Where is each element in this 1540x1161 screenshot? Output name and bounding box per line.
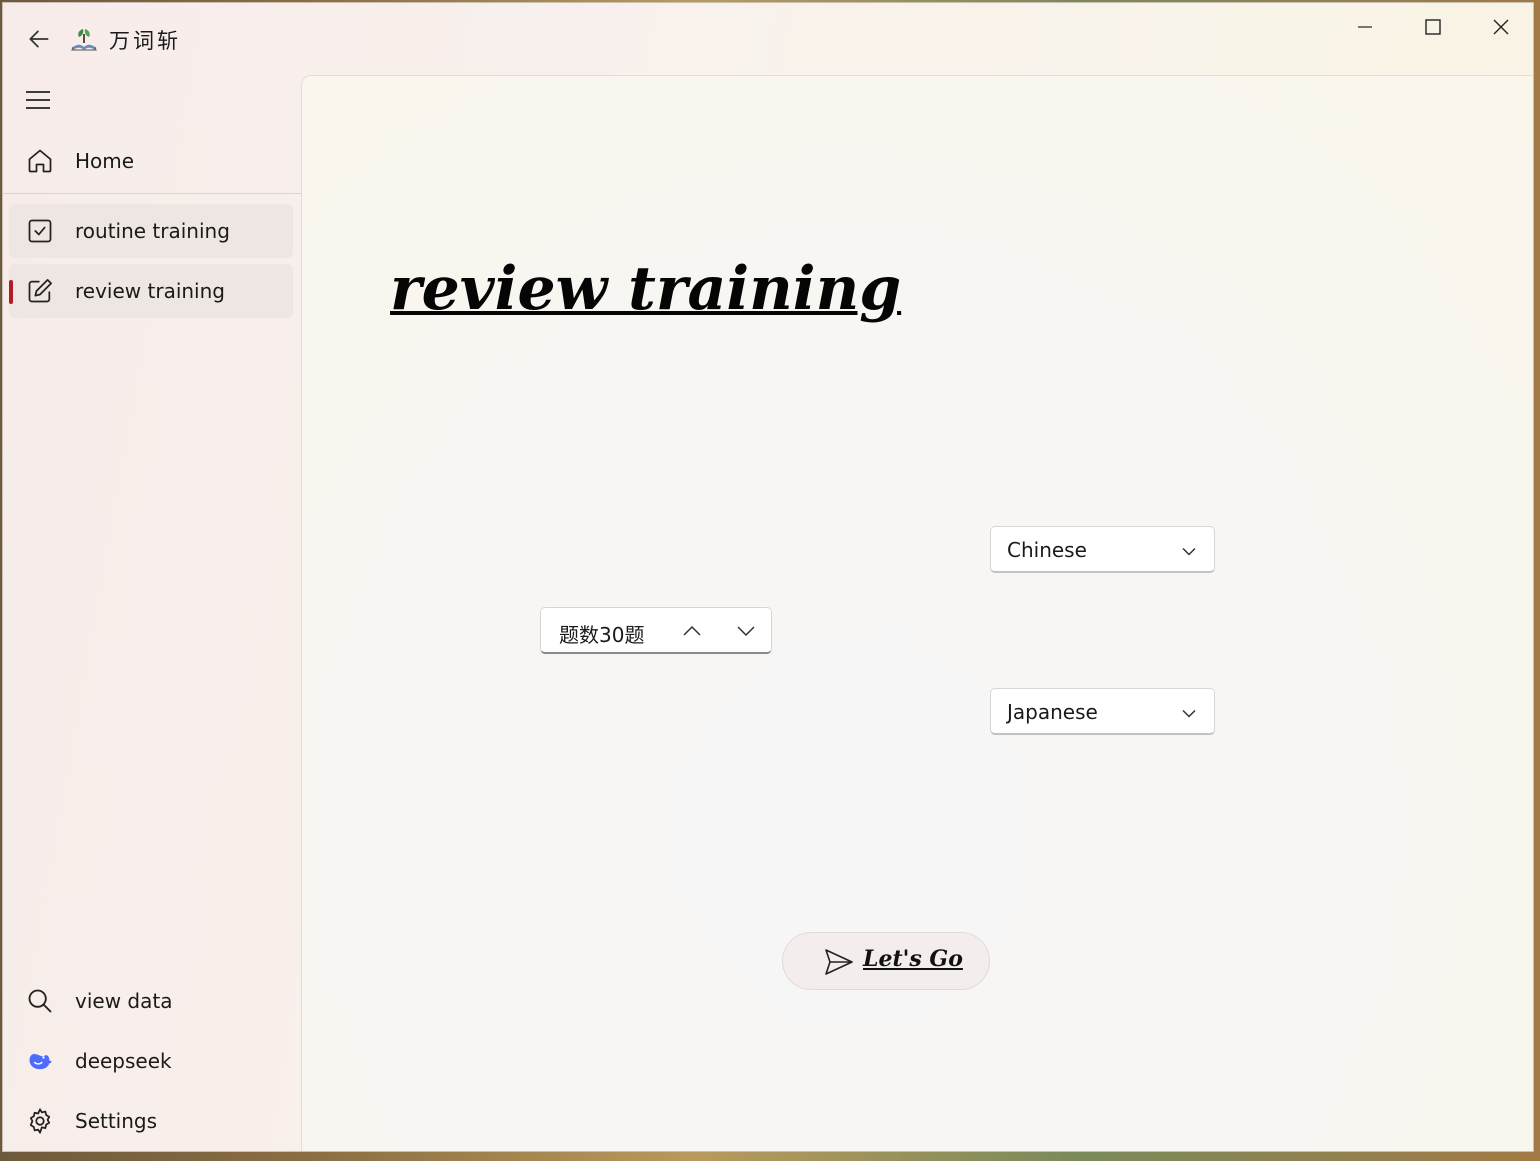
lets-go-button[interactable]: Let's Go [782, 932, 990, 990]
sidebar-item-label: Settings [75, 1109, 158, 1133]
question-count-stepper[interactable]: 题数30题 [540, 607, 772, 654]
maximize-button[interactable] [1405, 9, 1461, 45]
back-button[interactable] [21, 21, 57, 57]
chevron-down-icon [1177, 539, 1201, 563]
sidebar-item-view-data[interactable]: view data [9, 974, 293, 1028]
send-icon [823, 946, 855, 978]
sidebar-item-label: Home [75, 149, 135, 173]
sidebar: Home routine training review training vi… [3, 75, 301, 1151]
sidebar-item-routine-training[interactable]: routine training [9, 204, 293, 258]
home-icon [22, 143, 58, 179]
chevron-down-icon [1177, 701, 1201, 725]
minimize-button[interactable] [1337, 9, 1393, 45]
deepseek-whale-icon [22, 1043, 58, 1079]
search-icon [22, 983, 58, 1019]
source-language-dropdown[interactable]: Chinese [990, 526, 1215, 573]
main-content: review training 题数30题 Chinese Japanese L… [301, 75, 1533, 1151]
page-title: review training [390, 254, 902, 324]
sidebar-divider [3, 193, 301, 194]
chevron-down-icon [737, 626, 755, 637]
edit-icon [22, 273, 58, 309]
close-button[interactable] [1473, 9, 1529, 45]
source-language-value: Chinese [1007, 538, 1087, 562]
sidebar-item-label: view data [75, 989, 173, 1013]
minimize-icon [1358, 26, 1372, 28]
question-count-value: 题数30题 [559, 623, 645, 647]
sidebar-item-review-training[interactable]: review training [9, 264, 293, 318]
lets-go-label: Let's Go [863, 946, 963, 972]
sidebar-item-label: deepseek [75, 1049, 172, 1073]
sidebar-item-label: review training [75, 279, 225, 303]
maximize-icon [1425, 19, 1441, 35]
title-bar: 万词斩 [3, 3, 1533, 75]
hamburger-menu-icon [26, 91, 50, 109]
gear-icon [22, 1103, 58, 1139]
increment-button[interactable] [672, 613, 712, 649]
app-logo-icon [70, 25, 98, 53]
decrement-button[interactable] [726, 613, 766, 649]
checkbox-icon [22, 213, 58, 249]
target-language-value: Japanese [1007, 700, 1098, 724]
arrow-left-icon [29, 30, 49, 48]
target-language-dropdown[interactable]: Japanese [990, 688, 1215, 735]
sidebar-item-deepseek[interactable]: deepseek [9, 1034, 293, 1088]
sidebar-item-settings[interactable]: Settings [9, 1094, 293, 1148]
hamburger-menu-button[interactable] [19, 81, 57, 119]
app-window: 万词斩 Home routine training review trainin… [2, 2, 1534, 1152]
close-icon [1493, 19, 1509, 35]
sidebar-item-label: routine training [75, 219, 230, 243]
chevron-up-icon [683, 625, 701, 636]
selection-indicator [9, 280, 13, 304]
sidebar-item-home[interactable]: Home [9, 134, 293, 188]
app-title: 万词斩 [109, 29, 181, 53]
